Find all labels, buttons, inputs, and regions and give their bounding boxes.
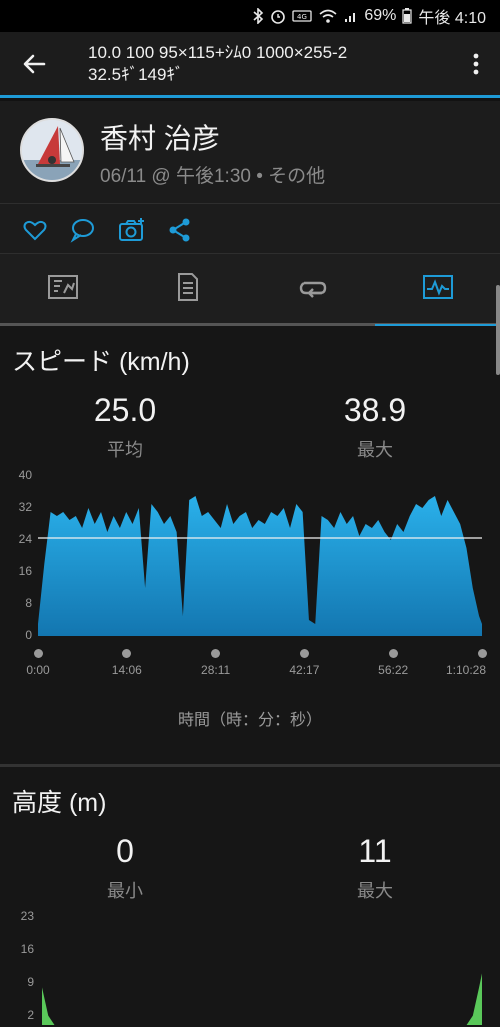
charts-icon bbox=[422, 274, 453, 304]
speed-x-axis-label: 時間（時：分：秒） bbox=[177, 712, 322, 729]
speed-x-tick: 14:06 bbox=[111, 663, 142, 677]
avatar[interactable] bbox=[20, 118, 84, 182]
action-row bbox=[0, 203, 500, 253]
comment-icon[interactable] bbox=[70, 217, 96, 243]
speed-x-tick-dot bbox=[388, 649, 398, 658]
speed-x-tick-dot bbox=[299, 649, 309, 658]
share-icon[interactable] bbox=[168, 217, 194, 243]
speed-x-tick: 1:10:28 bbox=[445, 663, 487, 677]
tab-summary[interactable] bbox=[0, 254, 125, 324]
summary-icon bbox=[47, 274, 78, 304]
add-photo-icon[interactable] bbox=[118, 217, 144, 243]
edge-panel-handle[interactable] bbox=[496, 285, 500, 375]
status-bar: 4G 69% 午後 4:10 bbox=[0, 0, 500, 32]
svg-text:4G: 4G bbox=[297, 13, 307, 21]
app-bar: 10.0 100 95×115+ｼﾑ0 1000×255-2 32.5ｷﾞ149… bbox=[0, 32, 500, 98]
speed-x-tick-dot bbox=[33, 649, 43, 658]
activity-header: 香村 治彦 06/11 @ 午後1:30 • その他 bbox=[0, 101, 500, 203]
details-icon bbox=[177, 272, 199, 306]
speed-x-tick: 28:11 bbox=[201, 663, 231, 677]
bluetooth-icon bbox=[252, 8, 264, 24]
wifi-icon bbox=[318, 8, 338, 24]
laps-icon bbox=[298, 275, 328, 304]
battery-percent: 69% bbox=[364, 7, 397, 24]
clock: 午後 4:10 bbox=[418, 10, 486, 27]
altitude-area bbox=[42, 973, 482, 1025]
speed-x-tick-dot bbox=[477, 649, 487, 658]
more-options-icon[interactable] bbox=[472, 52, 480, 76]
tab-charts[interactable] bbox=[375, 254, 500, 327]
speed-x-tick: 42:17 bbox=[289, 663, 320, 677]
speed-area bbox=[38, 496, 482, 636]
speed-chart[interactable] bbox=[0, 326, 500, 666]
battery-icon bbox=[402, 8, 413, 24]
speed-card: スピード (km/h) 25.0 平均 38.9 最大 0 8 16 24 32 40 0… bbox=[0, 326, 500, 766]
like-icon[interactable] bbox=[22, 217, 48, 243]
tab-details[interactable] bbox=[125, 254, 250, 324]
alarm-icon bbox=[270, 8, 286, 24]
altitude-chart[interactable] bbox=[0, 767, 500, 1027]
speed-x-tick: 56:22 bbox=[378, 663, 409, 677]
tab-laps[interactable] bbox=[250, 254, 375, 324]
back-arrow-icon[interactable] bbox=[20, 50, 48, 78]
signal-icon bbox=[344, 9, 358, 23]
speed-x-tick: 0:00 bbox=[26, 663, 50, 677]
athlete-name[interactable]: 香村 治彦 bbox=[100, 117, 220, 157]
volte-icon: 4G bbox=[292, 9, 313, 23]
altitude-card: 高度 (m) 0 最小 11 最大 2 9 16 23 bbox=[0, 767, 500, 1027]
activity-meta: 06/11 @ 午後1:30 • その他 bbox=[100, 166, 326, 187]
tab-bar bbox=[0, 253, 500, 327]
activity-title: 10.0 100 95×115+ｼﾑ0 1000×255-2 32.5ｷﾞ149… bbox=[88, 43, 348, 84]
